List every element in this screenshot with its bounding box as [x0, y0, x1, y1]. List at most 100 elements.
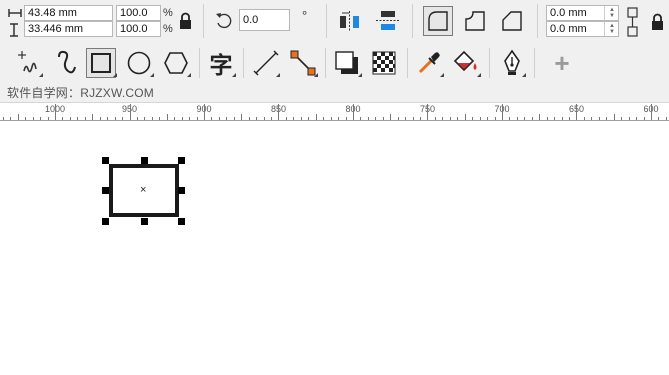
ruler-tick	[249, 117, 250, 120]
height-field[interactable]: 33.446 mm	[24, 21, 113, 37]
ruler-tick	[55, 104, 56, 120]
flyout-indicator	[232, 73, 236, 77]
ruler-tick	[197, 117, 198, 120]
ruler-tick	[144, 117, 145, 120]
ruler-tick	[420, 117, 421, 120]
ruler-tick	[107, 117, 108, 120]
separator	[325, 48, 326, 78]
separator	[534, 48, 535, 78]
ruler-tick	[48, 117, 49, 120]
ruler-tick	[435, 117, 436, 120]
scalloped-corner-button[interactable]	[460, 6, 490, 36]
ruler-tick	[480, 117, 481, 120]
mirror-vertical-button[interactable]	[374, 8, 402, 34]
ruler-tick	[398, 117, 399, 120]
ruler-tick	[308, 117, 309, 120]
separator	[326, 4, 327, 38]
corner-radius-top-spinner[interactable]: ▲ ▼	[604, 6, 619, 20]
ruler-tick	[584, 117, 585, 120]
flyout-indicator	[276, 73, 280, 77]
handle-top-center[interactable]	[141, 157, 148, 164]
scale-x-field[interactable]: 100.0	[116, 5, 161, 21]
rectangle-tool[interactable]	[86, 48, 116, 78]
handle-top-left[interactable]	[102, 157, 109, 164]
lock-ratio-button[interactable]	[177, 11, 195, 31]
ruler-tick	[636, 117, 637, 120]
scale-x-percent: %	[163, 7, 173, 19]
rotation-field[interactable]: 0.0	[239, 9, 290, 31]
ruler-tick	[92, 114, 93, 120]
ruler-tick	[174, 117, 175, 120]
ruler-tick	[211, 117, 212, 120]
ruler-tick	[256, 117, 257, 120]
corner-radius-bottom-spinner[interactable]: ▲ ▼	[604, 22, 619, 36]
mirror-horizontal-button[interactable]	[336, 8, 364, 34]
drop-shadow-icon	[335, 51, 358, 74]
ruler-tick	[539, 114, 540, 120]
handle-middle-right[interactable]	[178, 187, 185, 194]
flyout-indicator	[314, 73, 318, 77]
flyout-indicator	[522, 73, 526, 77]
horizontal-ruler[interactable]: 1000950900850800750700650600	[0, 103, 669, 121]
ruler-tick	[33, 117, 34, 120]
ruler-tick	[25, 117, 26, 120]
polygon-icon	[164, 52, 188, 74]
chamfered-corner-button[interactable]	[497, 6, 527, 36]
ruler-tick	[599, 117, 600, 120]
handle-bottom-right[interactable]	[178, 218, 185, 225]
transparency-tool[interactable]	[369, 48, 399, 78]
ruler-tick	[413, 117, 414, 120]
eyedropper-icon	[418, 52, 440, 74]
ruler-tick	[62, 117, 63, 120]
handle-middle-left[interactable]	[102, 187, 109, 194]
flyout-indicator	[113, 73, 117, 77]
ruler-tick	[182, 117, 183, 120]
ruler-tick	[353, 104, 354, 120]
add-tool-button[interactable]: +	[547, 48, 577, 78]
ruler-tick	[405, 117, 406, 120]
separator	[243, 48, 244, 78]
corner-radius-lock-button[interactable]	[650, 12, 666, 32]
handle-bottom-center[interactable]	[141, 218, 148, 225]
width-field[interactable]: 43.48 mm	[24, 5, 113, 21]
ruler-tick	[532, 117, 533, 120]
flyout-indicator	[440, 73, 444, 77]
ruler-tick	[509, 117, 510, 120]
ruler-tick	[316, 114, 317, 120]
chamfered-corner-icon	[502, 11, 522, 31]
shape-tool[interactable]	[52, 48, 82, 78]
corner-lock-button[interactable]	[626, 6, 642, 38]
round-corner-button[interactable]	[423, 6, 453, 36]
ruler-tick	[226, 117, 227, 120]
ruler-tick	[3, 117, 4, 120]
transparency-checker-icon	[372, 51, 396, 75]
ruler-tick	[375, 117, 376, 120]
ruler-tick	[234, 117, 235, 120]
handle-bottom-left[interactable]	[102, 218, 109, 225]
ruler-tick	[331, 117, 332, 120]
ruler-tick	[465, 114, 466, 120]
ruler-tick	[547, 117, 548, 120]
drawing-canvas[interactable]	[0, 121, 669, 375]
ruler-tick	[562, 117, 563, 120]
ruler-tick	[301, 117, 302, 120]
ruler-tick	[658, 117, 659, 120]
lock-icon	[180, 12, 191, 29]
scale-y-field[interactable]: 100.0	[116, 21, 161, 37]
handle-top-right[interactable]	[178, 157, 185, 164]
ruler-tick	[115, 117, 116, 120]
ruler-tick	[427, 104, 428, 120]
ellipse-icon	[127, 51, 151, 75]
ruler-tick	[100, 117, 101, 120]
width-icon	[8, 9, 22, 17]
separator	[489, 48, 490, 78]
ruler-tick	[159, 117, 160, 120]
ruler-tick	[323, 117, 324, 120]
ruler-tick	[360, 117, 361, 120]
curve-tool-icon	[58, 50, 76, 74]
scalloped-corner-icon	[465, 11, 485, 31]
ruler-tick	[629, 117, 630, 120]
ruler-tick	[130, 104, 131, 120]
ruler-tick	[40, 117, 41, 120]
separator	[203, 4, 204, 38]
